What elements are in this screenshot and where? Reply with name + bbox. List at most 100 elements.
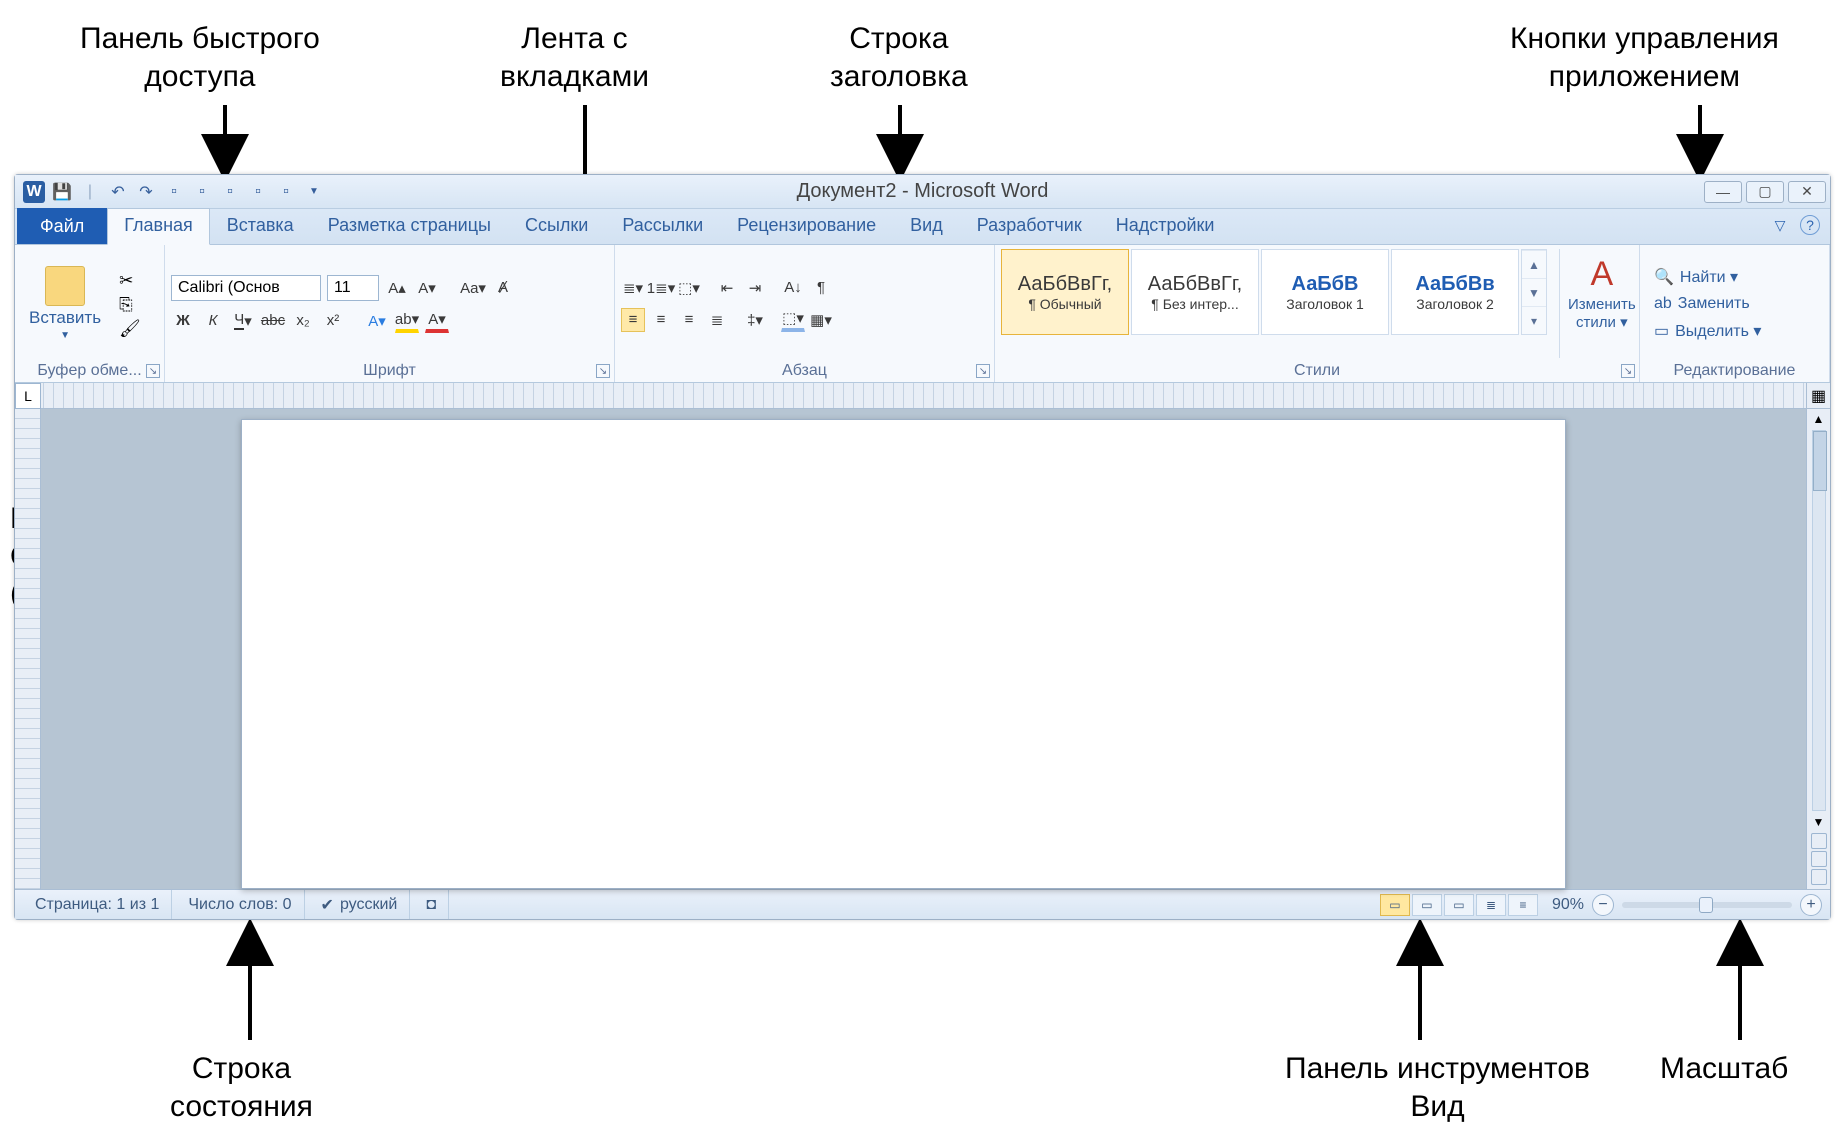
borders-icon[interactable]: ▦▾ (809, 308, 833, 332)
view-draft-icon[interactable]: ≡ (1508, 894, 1538, 916)
select-browse-object-icon[interactable] (1811, 851, 1827, 867)
find-button[interactable]: 🔍Найти ▾ (1654, 267, 1761, 287)
change-styles-label: Изменить стили ▾ (1568, 296, 1636, 331)
tab-references[interactable]: Ссылки (508, 208, 605, 244)
align-left-icon[interactable]: ≡ (621, 308, 645, 332)
italic-icon[interactable]: К (201, 309, 225, 333)
increase-indent-icon[interactable]: ⇥ (743, 276, 767, 300)
style-normal[interactable]: АаБбВвГг, ¶ Обычный (1001, 249, 1129, 335)
qat-btn-3-icon[interactable]: ▫ (219, 181, 241, 203)
qat-btn-4-icon[interactable]: ▫ (247, 181, 269, 203)
change-case-icon[interactable]: Aa▾ (461, 276, 485, 300)
tab-developer[interactable]: Разработчик (960, 208, 1099, 244)
font-name-combo[interactable]: Calibri (Основ (171, 275, 321, 301)
status-macro[interactable]: ◘ (414, 890, 449, 919)
vertical-scrollbar[interactable]: ▲ ▼ (1806, 409, 1830, 889)
numbering-icon[interactable]: 1≣▾ (649, 276, 673, 300)
show-marks-icon[interactable]: ¶ (809, 276, 833, 300)
status-wordcount[interactable]: Число слов: 0 (176, 890, 304, 919)
view-print-layout-icon[interactable]: ▭ (1380, 894, 1410, 916)
align-right-icon[interactable]: ≡ (677, 308, 701, 332)
scroll-up-icon[interactable]: ▲ (1813, 409, 1825, 426)
subscript-icon[interactable]: x₂ (291, 309, 315, 333)
font-size-combo[interactable]: 11 (327, 275, 379, 301)
scroll-thumb[interactable] (1813, 431, 1827, 491)
format-painter-icon[interactable]: 🖌 (119, 319, 139, 337)
horizontal-ruler[interactable]: L ▦ (15, 383, 1830, 409)
view-fullscreen-icon[interactable]: ▭ (1412, 894, 1442, 916)
change-styles-button[interactable]: A Изменить стили ▾ (1559, 249, 1644, 358)
view-web-icon[interactable]: ▭ (1444, 894, 1474, 916)
qat-btn-2-icon[interactable]: ▫ (191, 181, 213, 203)
grow-font-icon[interactable]: A▴ (385, 276, 409, 300)
underline-icon[interactable]: Ч▾ (231, 309, 255, 333)
qat-customize-icon[interactable]: ▼ (303, 181, 325, 203)
tab-insert[interactable]: Вставка (210, 208, 311, 244)
highlight-icon[interactable]: ab▾ (395, 309, 419, 333)
copy-icon[interactable]: ⎘ (119, 295, 139, 313)
clear-formatting-icon[interactable]: Ⱥ (491, 276, 515, 300)
help-icon[interactable]: ? (1800, 215, 1820, 235)
multilevel-icon[interactable]: ⬚▾ (677, 276, 701, 300)
font-launcher-icon[interactable]: ↘ (596, 364, 610, 378)
tab-layout[interactable]: Разметка страницы (311, 208, 508, 244)
zoom-out-icon[interactable]: − (1592, 894, 1614, 916)
zoom-slider-knob[interactable] (1699, 897, 1713, 913)
decrease-indent-icon[interactable]: ⇤ (715, 276, 739, 300)
shrink-font-icon[interactable]: A▾ (415, 276, 439, 300)
superscript-icon[interactable]: x² (321, 309, 345, 333)
style-heading2[interactable]: АаБбВв Заголовок 2 (1391, 249, 1519, 335)
prev-object-icon[interactable] (1811, 833, 1827, 849)
tab-selector[interactable]: L (15, 383, 41, 409)
clipboard-launcher-icon[interactable]: ↘ (146, 364, 160, 378)
paste-button[interactable]: Вставить ▼ (21, 262, 109, 345)
tab-addins[interactable]: Надстройки (1099, 208, 1232, 244)
next-object-icon[interactable] (1811, 869, 1827, 885)
zoom-slider[interactable] (1622, 902, 1792, 908)
document-page[interactable] (241, 419, 1566, 889)
paragraph-launcher-icon[interactable]: ↘ (976, 364, 990, 378)
line-spacing-icon[interactable]: ‡▾ (743, 308, 767, 332)
undo-icon[interactable]: ↶ (107, 181, 129, 203)
close-button[interactable]: ✕ (1788, 181, 1826, 203)
tab-review[interactable]: Рецензирование (720, 208, 893, 244)
maximize-button[interactable]: ▢ (1746, 181, 1784, 203)
qat-btn-1-icon[interactable]: ▫ (163, 181, 185, 203)
text-effects-icon[interactable]: A▾ (365, 309, 389, 333)
bold-icon[interactable]: Ж (171, 309, 195, 333)
font-color-icon[interactable]: A▾ (425, 309, 449, 333)
style-nospacing[interactable]: АаБбВвГг, ¶ Без интер... (1131, 249, 1259, 335)
align-center-icon[interactable]: ≡ (649, 308, 673, 332)
justify-icon[interactable]: ≣ (705, 308, 729, 332)
scroll-down-icon[interactable]: ▼ (1813, 815, 1825, 829)
ruler-toggle-icon[interactable]: ▦ (1806, 383, 1830, 408)
scroll-track[interactable] (1812, 430, 1826, 811)
word-app-icon[interactable]: W (23, 181, 45, 203)
qat-btn-5-icon[interactable]: ▫ (275, 181, 297, 203)
view-outline-icon[interactable]: ≣ (1476, 894, 1506, 916)
zoom-in-icon[interactable]: + (1800, 894, 1822, 916)
tab-home[interactable]: Главная (107, 208, 210, 245)
sort-icon[interactable]: A↓ (781, 276, 805, 300)
minimize-button[interactable]: — (1704, 181, 1742, 203)
replace-button[interactable]: abЗаменить (1654, 295, 1761, 313)
status-proofing[interactable]: ✔русский (309, 890, 411, 919)
tab-file[interactable]: Файл (17, 208, 107, 244)
style-heading1[interactable]: АаБбВ Заголовок 1 (1261, 249, 1389, 335)
status-page[interactable]: Страница: 1 из 1 (23, 890, 172, 919)
minimize-ribbon-icon[interactable]: ▽ (1770, 215, 1790, 235)
cut-icon[interactable]: ✂ (119, 271, 139, 289)
styles-launcher-icon[interactable]: ↘ (1621, 364, 1635, 378)
strikethrough-icon[interactable]: abc (261, 309, 285, 333)
tab-mailings[interactable]: Рассылки (605, 208, 720, 244)
shading-icon[interactable]: ⬚▾ (781, 308, 805, 332)
redo-icon[interactable]: ↷ (135, 181, 157, 203)
styles-more[interactable]: ▲▼▾ (1521, 249, 1547, 335)
ann-status: Строка состояния (170, 1050, 313, 1125)
zoom-percent[interactable]: 90% (1552, 896, 1584, 914)
select-button[interactable]: ▭Выделить ▾ (1654, 321, 1761, 341)
save-icon[interactable]: 💾 (51, 181, 73, 203)
bullets-icon[interactable]: ≣▾ (621, 276, 645, 300)
vertical-ruler[interactable] (15, 409, 41, 889)
tab-view[interactable]: Вид (893, 208, 960, 244)
